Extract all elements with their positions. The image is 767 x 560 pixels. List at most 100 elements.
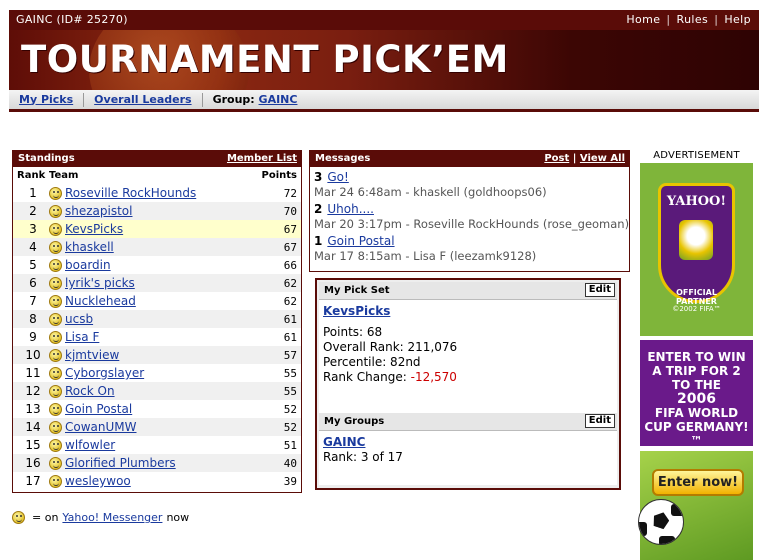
enter-now-ad[interactable]: Enter now! (638, 451, 753, 560)
team-link[interactable]: Glorified Plumbers (65, 456, 257, 470)
team-column-header: Team (49, 170, 79, 181)
rank-cell: 6 (29, 276, 37, 290)
team-link[interactable]: CowanUMW (65, 420, 257, 434)
team-link[interactable]: Goin Postal (65, 402, 257, 416)
rank-cell: 16 (25, 456, 41, 470)
standings-header: Standings Member List (13, 151, 301, 167)
message-subject-link[interactable]: Go! (327, 170, 348, 184)
member-list-link[interactable]: Member List (227, 151, 297, 167)
team-link[interactable]: Roseville RockHounds (65, 186, 257, 200)
view-all-link[interactable]: View All (580, 153, 625, 164)
points-text: Points: 68 (323, 325, 383, 339)
team-link[interactable]: lyrik's picks (65, 276, 257, 290)
promo-ad[interactable]: ENTER TO WIN A TRIP FOR 2 TO THE 2006 FI… (640, 340, 753, 448)
edit-pick-set-button[interactable]: Edit (584, 283, 615, 297)
message-meta: Mar 17 8:15am - Lisa F (leezamk9128) (314, 249, 537, 263)
rank-cell: 15 (25, 438, 41, 452)
nav-bar: My Picks Overall Leaders Group: GAINC (9, 90, 759, 112)
points-cell: 52 (283, 420, 297, 434)
team-link[interactable]: KevsPicks (65, 222, 257, 236)
enter-now-button[interactable]: Enter now! (652, 469, 744, 496)
smiley-icon (49, 438, 62, 452)
my-pick-set-header: My Pick Set Edit (319, 282, 617, 300)
points-cell: 70 (283, 204, 297, 218)
team-link[interactable]: khaskell (65, 240, 257, 254)
smiley-icon (49, 276, 62, 290)
points-cell: 52 (283, 402, 297, 416)
help-link[interactable]: Help (724, 13, 751, 26)
home-link[interactable]: Home (626, 13, 660, 26)
soccer-ball-icon (638, 499, 684, 545)
rank-cell: 7 (29, 294, 37, 308)
smiley-icon (49, 258, 62, 272)
smiley-icon (49, 312, 62, 326)
pick-set-body: KevsPicks Points: 68 Overall Rank: 211,0… (319, 300, 617, 413)
banner: TOURNAMENT PICK’EM (9, 30, 759, 90)
groups-body: GAINC Rank: 3 of 17 (319, 431, 617, 485)
messenger-legend: = on Yahoo! Messenger now (12, 511, 189, 524)
points-cell: 66 (283, 258, 297, 272)
my-picks-link[interactable]: My Picks (19, 93, 73, 106)
table-row: 13 Goin Postal 52 (13, 400, 301, 418)
post-link[interactable]: Post (544, 153, 569, 164)
smiley-icon (49, 420, 62, 434)
points-cell: 39 (283, 474, 297, 488)
smiley-icon (49, 240, 62, 254)
group-label: Group: (212, 92, 255, 106)
table-row: 2 shezapistol 70 (13, 202, 301, 220)
team-link[interactable]: wlfowler (65, 438, 257, 452)
points-cell: 61 (283, 312, 297, 326)
table-row: 7 Nucklehead 62 (13, 292, 301, 310)
points-cell: 62 (283, 294, 297, 308)
team-link[interactable]: ucsb (65, 312, 257, 326)
smiley-icon (49, 384, 62, 398)
table-row: 11 Cyborgslayer 55 (13, 364, 301, 382)
table-row: 14 CowanUMW 52 (13, 418, 301, 436)
yahoo-logo-text: YAHOO! (666, 194, 727, 209)
team-link[interactable]: Nucklehead (65, 294, 257, 308)
yahoo-messenger-link[interactable]: Yahoo! Messenger (62, 511, 162, 524)
message-number: 3 (314, 170, 323, 184)
promo-line: 2006 (677, 391, 716, 407)
message-subject-link[interactable]: Uhoh.... (327, 202, 374, 216)
team-link[interactable]: boardin (65, 258, 257, 272)
top-bar: GAINC (ID# 25270) Home | Rules | Help (9, 10, 759, 30)
overall-leaders-link[interactable]: Overall Leaders (94, 93, 191, 106)
legend-eq-text: = on (32, 511, 59, 524)
group-link[interactable]: GAINC (259, 93, 298, 106)
points-cell: 40 (283, 456, 297, 470)
points-cell: 57 (283, 348, 297, 362)
group-name-link[interactable]: GAINC (323, 435, 365, 449)
group-rank-text: Rank: 3 of 17 (323, 450, 403, 464)
team-link[interactable]: Rock On (65, 384, 257, 398)
overall-rank-text: Overall Rank: 211,076 (323, 340, 458, 354)
rank-cell: 12 (25, 384, 41, 398)
rank-cell: 9 (29, 330, 37, 344)
separator: | (666, 13, 671, 26)
smiley-icon (49, 330, 62, 344)
standings-panel: Standings Member List Rank Team Points 1… (12, 150, 302, 493)
rank-cell: 14 (25, 420, 41, 434)
team-link[interactable]: kjmtview (65, 348, 257, 362)
messages-header: Messages Post | View All (310, 151, 629, 167)
yahoo-fifa-ad[interactable]: YAHOO! OFFICIAL PARTNER ©2002 FIFA™ (640, 163, 753, 336)
my-groups-header: My Groups Edit (319, 413, 617, 431)
points-cell: 55 (283, 366, 297, 380)
team-link[interactable]: Cyborgslayer (65, 366, 257, 380)
promo-line: TO THE (672, 378, 721, 392)
standings-column-header: Rank Team Points (13, 167, 301, 184)
message-number: 2 (314, 202, 323, 216)
edit-groups-button[interactable]: Edit (584, 414, 615, 428)
message-item: 3 Go! Mar 24 6:48am - khaskell (goldhoops0… (310, 167, 629, 199)
pick-set-name-link[interactable]: KevsPicks (323, 304, 390, 318)
table-row: 1 Roseville RockHounds 72 (13, 184, 301, 202)
team-link[interactable]: Lisa F (65, 330, 257, 344)
team-link[interactable]: wesleywoo (65, 474, 257, 488)
team-link[interactable]: shezapistol (65, 204, 257, 218)
messages-title: Messages (315, 153, 371, 164)
official-partner-text: OFFICIAL PARTNER (676, 288, 717, 306)
rules-link[interactable]: Rules (677, 13, 709, 26)
points-cell: 62 (283, 276, 297, 290)
points-cell: 72 (283, 186, 297, 200)
message-subject-link[interactable]: Goin Postal (327, 234, 394, 248)
